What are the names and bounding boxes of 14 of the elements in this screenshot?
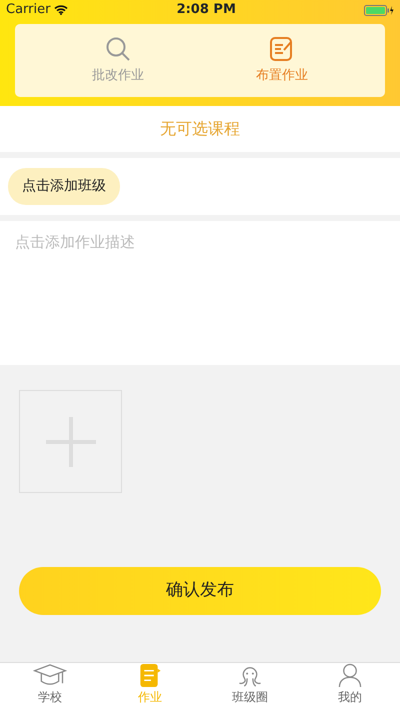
wifi-icon [54, 5, 68, 15]
submit-button[interactable]: 确认发布 [19, 567, 381, 615]
graduation-cap-icon [32, 663, 68, 688]
add-class-button[interactable]: 点击添加班级 [8, 168, 120, 205]
battery-icon [364, 4, 394, 16]
course-text: 无可选课程 [160, 118, 240, 140]
clock-text: 2:08 PM [176, 1, 236, 20]
carrier-text: Carrier [6, 1, 50, 20]
person-icon [338, 663, 362, 688]
search-icon [105, 36, 131, 62]
tab-bar-item[interactable]: 学校 [0, 663, 100, 710]
edit-icon [269, 36, 295, 62]
tab-bar-item[interactable]: 班级圈 [200, 663, 300, 710]
tab-bar-item[interactable]: 我的 [300, 663, 400, 710]
